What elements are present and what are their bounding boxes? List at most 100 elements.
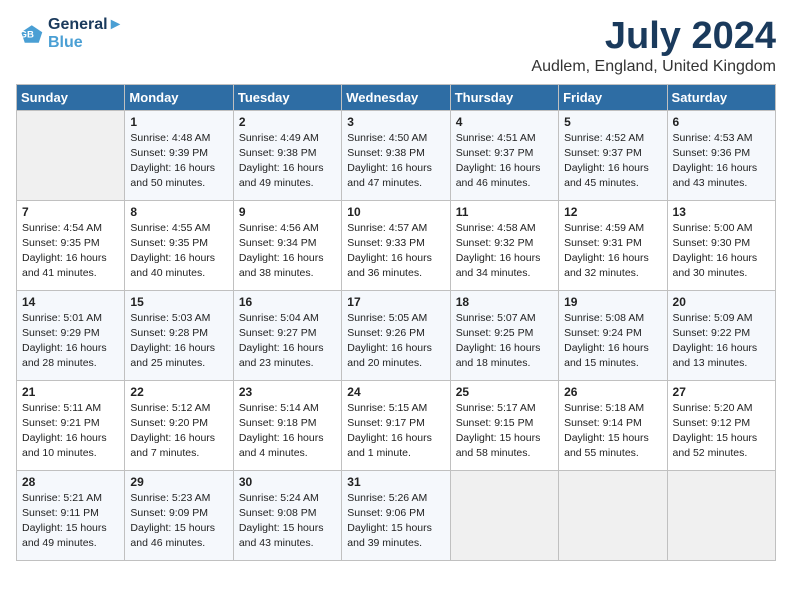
logo-icon: GB <box>16 20 44 48</box>
day-number: 29 <box>130 475 227 489</box>
day-info: Sunrise: 4:55 AM Sunset: 9:35 PM Dayligh… <box>130 221 227 282</box>
calendar-cell: 26 Sunrise: 5:18 AM Sunset: 9:14 PM Dayli… <box>559 380 667 470</box>
day-number: 7 <box>22 205 119 219</box>
day-info: Sunrise: 4:54 AM Sunset: 9:35 PM Dayligh… <box>22 221 119 282</box>
calendar-cell: 22 Sunrise: 5:12 AM Sunset: 9:20 PM Dayli… <box>125 380 233 470</box>
day-number: 17 <box>347 295 444 309</box>
calendar-cell: 29 Sunrise: 5:23 AM Sunset: 9:09 PM Dayli… <box>125 470 233 560</box>
day-number: 15 <box>130 295 227 309</box>
day-number: 19 <box>564 295 661 309</box>
calendar-cell: 5 Sunrise: 4:52 AM Sunset: 9:37 PM Daylig… <box>559 110 667 200</box>
calendar-cell: 14Sunrise: 5:01 AM Sunset: 9:29 PM Dayli… <box>17 290 125 380</box>
week-row-2: 7 Sunrise: 4:54 AM Sunset: 9:35 PM Daylig… <box>17 200 776 290</box>
day-info: Sunrise: 5:18 AM Sunset: 9:14 PM Dayligh… <box>564 401 661 462</box>
calendar-cell: 1 Sunrise: 4:48 AM Sunset: 9:39 PM Daylig… <box>125 110 233 200</box>
calendar-cell: 17 Sunrise: 5:05 AM Sunset: 9:26 PM Dayli… <box>342 290 450 380</box>
week-row-5: 28Sunrise: 5:21 AM Sunset: 9:11 PM Dayli… <box>17 470 776 560</box>
day-info: Sunrise: 4:50 AM Sunset: 9:38 PM Dayligh… <box>347 131 444 192</box>
day-number: 13 <box>673 205 770 219</box>
logo: GB General► Blue <box>16 16 123 52</box>
calendar-cell: 2Sunrise: 4:49 AM Sunset: 9:38 PM Daylig… <box>233 110 341 200</box>
day-info: Sunrise: 5:20 AM Sunset: 9:12 PM Dayligh… <box>673 401 770 462</box>
calendar-cell: 13 Sunrise: 5:00 AM Sunset: 9:30 PM Dayli… <box>667 200 775 290</box>
day-info: Sunrise: 5:12 AM Sunset: 9:20 PM Dayligh… <box>130 401 227 462</box>
calendar-cell: 16 Sunrise: 5:04 AM Sunset: 9:27 PM Dayli… <box>233 290 341 380</box>
day-number: 18 <box>456 295 553 309</box>
calendar-cell: 18 Sunrise: 5:07 AM Sunset: 9:25 PM Dayli… <box>450 290 558 380</box>
day-number: 24 <box>347 385 444 399</box>
week-row-1: 1 Sunrise: 4:48 AM Sunset: 9:39 PM Daylig… <box>17 110 776 200</box>
day-number: 2 <box>239 115 336 129</box>
day-number: 23 <box>239 385 336 399</box>
day-info: Sunrise: 5:14 AM Sunset: 9:18 PM Dayligh… <box>239 401 336 462</box>
calendar-cell: 25Sunrise: 5:17 AM Sunset: 9:15 PM Dayli… <box>450 380 558 470</box>
calendar-cell: 30 Sunrise: 5:24 AM Sunset: 9:08 PM Dayli… <box>233 470 341 560</box>
title-block: July 2024 Audlem, England, United Kingdo… <box>531 16 776 76</box>
calendar-cell <box>667 470 775 560</box>
day-info: Sunrise: 5:23 AM Sunset: 9:09 PM Dayligh… <box>130 491 227 552</box>
calendar-cell <box>559 470 667 560</box>
day-info: Sunrise: 4:57 AM Sunset: 9:33 PM Dayligh… <box>347 221 444 282</box>
day-number: 21 <box>22 385 119 399</box>
day-info: Sunrise: 4:56 AM Sunset: 9:34 PM Dayligh… <box>239 221 336 282</box>
day-number: 5 <box>564 115 661 129</box>
calendar-cell <box>17 110 125 200</box>
col-monday: Monday <box>125 84 233 110</box>
col-sunday: Sunday <box>17 84 125 110</box>
calendar-cell: 21 Sunrise: 5:11 AM Sunset: 9:21 PM Dayli… <box>17 380 125 470</box>
day-info: Sunrise: 4:58 AM Sunset: 9:32 PM Dayligh… <box>456 221 553 282</box>
day-number: 26 <box>564 385 661 399</box>
day-number: 30 <box>239 475 336 489</box>
calendar-cell: 8 Sunrise: 4:55 AM Sunset: 9:35 PM Daylig… <box>125 200 233 290</box>
location: Audlem, England, United Kingdom <box>531 58 776 76</box>
day-info: Sunrise: 5:24 AM Sunset: 9:08 PM Dayligh… <box>239 491 336 552</box>
day-number: 20 <box>673 295 770 309</box>
day-info: Sunrise: 5:09 AM Sunset: 9:22 PM Dayligh… <box>673 311 770 372</box>
calendar-cell: 10 Sunrise: 4:57 AM Sunset: 9:33 PM Dayli… <box>342 200 450 290</box>
calendar-cell: 23 Sunrise: 5:14 AM Sunset: 9:18 PM Dayli… <box>233 380 341 470</box>
day-number: 22 <box>130 385 227 399</box>
week-row-4: 21 Sunrise: 5:11 AM Sunset: 9:21 PM Dayli… <box>17 380 776 470</box>
day-info: Sunrise: 5:11 AM Sunset: 9:21 PM Dayligh… <box>22 401 119 462</box>
day-number: 8 <box>130 205 227 219</box>
calendar-cell: 28Sunrise: 5:21 AM Sunset: 9:11 PM Dayli… <box>17 470 125 560</box>
calendar-cell: 4Sunrise: 4:51 AM Sunset: 9:37 PM Daylig… <box>450 110 558 200</box>
calendar-cell: 31Sunrise: 5:26 AM Sunset: 9:06 PM Dayli… <box>342 470 450 560</box>
col-thursday: Thursday <box>450 84 558 110</box>
calendar-cell: 6 Sunrise: 4:53 AM Sunset: 9:36 PM Daylig… <box>667 110 775 200</box>
day-info: Sunrise: 5:00 AM Sunset: 9:30 PM Dayligh… <box>673 221 770 282</box>
calendar-cell: 3Sunrise: 4:50 AM Sunset: 9:38 PM Daylig… <box>342 110 450 200</box>
calendar-cell: 20 Sunrise: 5:09 AM Sunset: 9:22 PM Dayli… <box>667 290 775 380</box>
day-info: Sunrise: 5:05 AM Sunset: 9:26 PM Dayligh… <box>347 311 444 372</box>
calendar-cell: 9Sunrise: 4:56 AM Sunset: 9:34 PM Daylig… <box>233 200 341 290</box>
day-info: Sunrise: 5:08 AM Sunset: 9:24 PM Dayligh… <box>564 311 661 372</box>
day-info: Sunrise: 4:51 AM Sunset: 9:37 PM Dayligh… <box>456 131 553 192</box>
calendar-cell: 11Sunrise: 4:58 AM Sunset: 9:32 PM Dayli… <box>450 200 558 290</box>
day-info: Sunrise: 5:07 AM Sunset: 9:25 PM Dayligh… <box>456 311 553 372</box>
day-info: Sunrise: 4:48 AM Sunset: 9:39 PM Dayligh… <box>130 131 227 192</box>
calendar-cell: 27 Sunrise: 5:20 AM Sunset: 9:12 PM Dayli… <box>667 380 775 470</box>
calendar-cell: 24 Sunrise: 5:15 AM Sunset: 9:17 PM Dayli… <box>342 380 450 470</box>
day-number: 16 <box>239 295 336 309</box>
calendar-cell <box>450 470 558 560</box>
day-number: 1 <box>130 115 227 129</box>
day-info: Sunrise: 5:04 AM Sunset: 9:27 PM Dayligh… <box>239 311 336 372</box>
calendar-cell: 15 Sunrise: 5:03 AM Sunset: 9:28 PM Dayli… <box>125 290 233 380</box>
day-info: Sunrise: 5:21 AM Sunset: 9:11 PM Dayligh… <box>22 491 119 552</box>
day-number: 6 <box>673 115 770 129</box>
day-number: 10 <box>347 205 444 219</box>
day-number: 12 <box>564 205 661 219</box>
day-number: 27 <box>673 385 770 399</box>
month-title: July 2024 <box>531 16 776 58</box>
day-number: 14 <box>22 295 119 309</box>
col-tuesday: Tuesday <box>233 84 341 110</box>
day-info: Sunrise: 5:17 AM Sunset: 9:15 PM Dayligh… <box>456 401 553 462</box>
calendar-cell: 12 Sunrise: 4:59 AM Sunset: 9:31 PM Dayli… <box>559 200 667 290</box>
day-info: Sunrise: 4:52 AM Sunset: 9:37 PM Dayligh… <box>564 131 661 192</box>
day-info: Sunrise: 5:26 AM Sunset: 9:06 PM Dayligh… <box>347 491 444 552</box>
svg-text:GB: GB <box>20 30 34 41</box>
day-info: Sunrise: 5:15 AM Sunset: 9:17 PM Dayligh… <box>347 401 444 462</box>
day-info: Sunrise: 4:53 AM Sunset: 9:36 PM Dayligh… <box>673 131 770 192</box>
day-info: Sunrise: 4:59 AM Sunset: 9:31 PM Dayligh… <box>564 221 661 282</box>
day-info: Sunrise: 5:03 AM Sunset: 9:28 PM Dayligh… <box>130 311 227 372</box>
